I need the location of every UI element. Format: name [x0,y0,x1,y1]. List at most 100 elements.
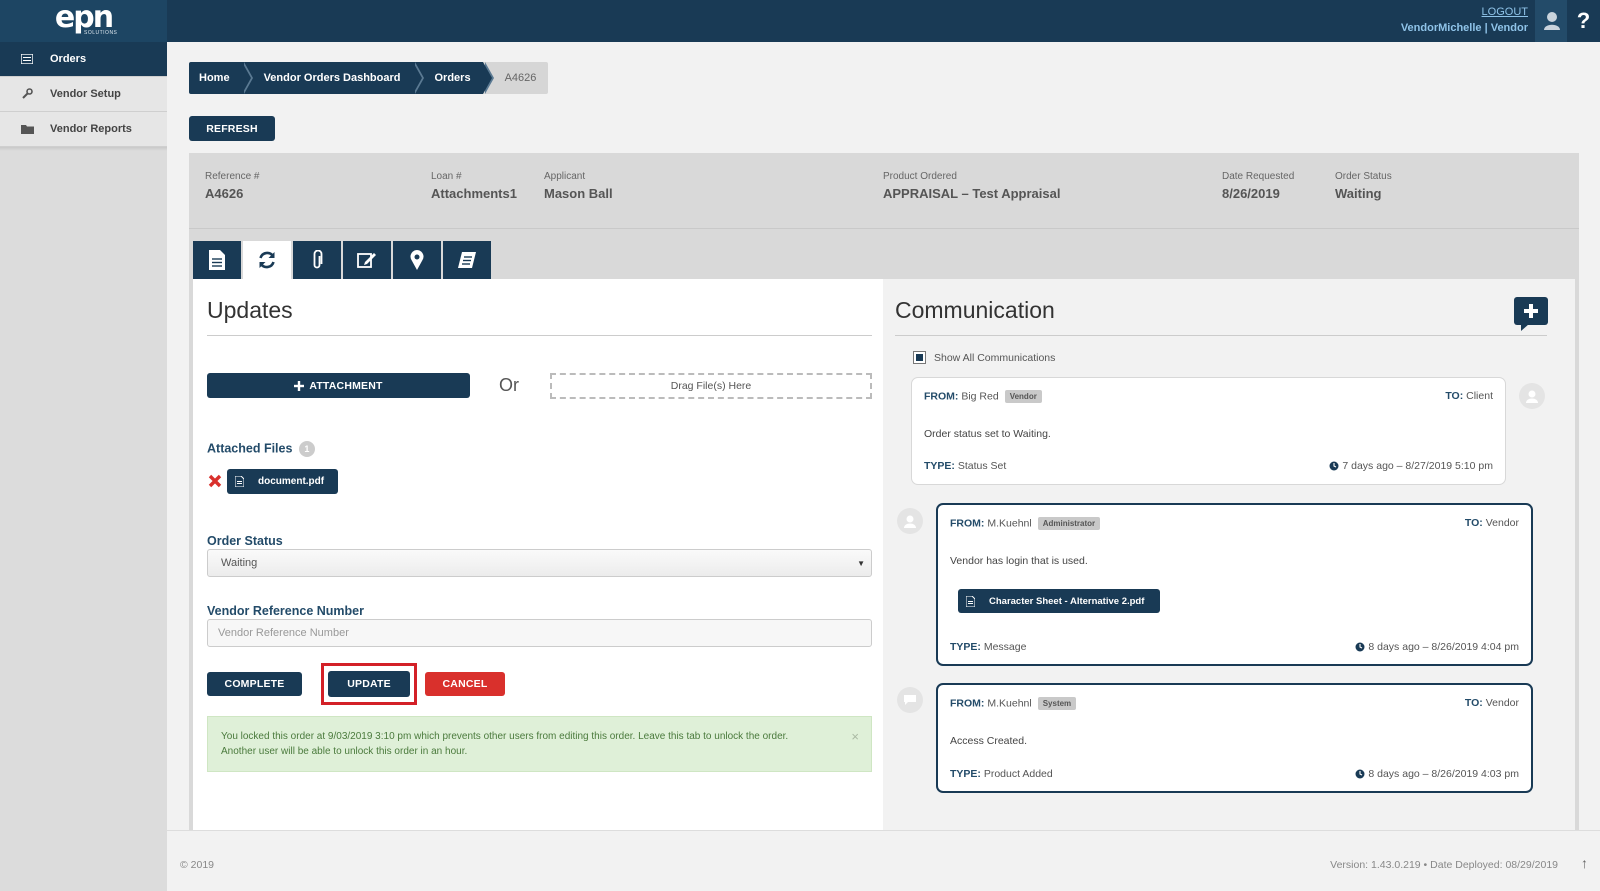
cancel-button[interactable]: CANCEL [425,672,505,696]
attached-file-name: document.pdf [258,476,325,487]
help-icon[interactable]: ? [1567,0,1600,42]
message-type: TYPE: Status Set [924,460,1006,472]
message-attachment-name: Character Sheet - Alternative 2.pdf [989,595,1145,607]
loan-field: Loan # Attachments1 [431,171,517,201]
communication-title: Communication [895,297,1055,323]
plus-icon [1524,304,1538,318]
from-label: FROM: [924,390,959,403]
vendor-reference-label: Vendor Reference Number [207,604,364,618]
sidebar: Orders Vendor Setup Vendor Reports [0,42,167,891]
attached-file-chip[interactable]: document.pdf [227,469,339,494]
applicant-field: Applicant Mason Ball [544,171,613,201]
add-communication-button[interactable] [1514,297,1548,331]
role-badge: System [1037,697,1077,710]
tab-updates[interactable] [243,241,291,279]
message-timestamp: 7 days ago – 8/27/2019 5:10 pm [1329,460,1493,472]
message-time-value: 8 days ago – 8/26/2019 4:04 pm [1368,641,1519,653]
file-drop-zone[interactable]: Drag File(s) Here [550,373,872,399]
paperclip-icon [313,250,323,269]
edit-icon [357,253,376,268]
folder-icon [20,124,34,134]
tab-details[interactable] [193,241,241,279]
user-info: LOGOUT VendorMichelle | Vendor [1401,6,1528,34]
to-label: TO: [1445,390,1464,402]
alert-line-1: You locked this order at 9/03/2019 3:10 … [221,731,789,742]
remove-file-icon[interactable] [207,473,223,489]
message-body: Vendor has login that is used. [950,555,1088,567]
message-type: TYPE: Message [950,641,1026,653]
communication-section: Communication Show All Communications FR… [883,279,1575,864]
message-sender: Big Red [961,390,999,403]
product-value: APPRAISAL – Test Appraisal [883,186,1061,201]
chat-bubble-icon [897,687,923,713]
message-to: TO: Client [1445,390,1493,402]
reference-field: Reference # A4626 [205,171,259,201]
message-body: Order status set to Waiting. [924,428,1051,440]
message-type-value: Status Set [957,460,1007,472]
order-summary: Reference # A4626 Loan # Attachments1 Ap… [189,153,1579,229]
chevron-down-icon: ▼ [857,559,865,568]
attachment-label: ATTACHMENT [309,379,383,392]
product-field: Product Ordered APPRAISAL – Test Apprais… [883,171,1060,201]
breadcrumb-home[interactable]: Home [189,62,253,94]
version-info: Version: 1.43.0.219 • Date Deployed: 08/… [1330,859,1558,871]
user-profile-icon[interactable] [1535,0,1568,42]
document-icon [209,250,225,270]
message-card: FROM: M.Kuehnl Administrator TO: Vendor V… [936,503,1533,666]
message-type-value: Product Added [983,768,1053,780]
from-label: FROM: [950,697,985,710]
order-status-select[interactable]: Waiting ▼ [207,549,872,577]
message-time-value: 8 days ago – 8/26/2019 4:03 pm [1368,768,1519,780]
sidebar-item-vendor-setup[interactable]: Vendor Setup [0,77,167,112]
tab-notes[interactable] [343,241,391,279]
list-icon [20,54,34,64]
update-button[interactable]: UPDATE [328,671,410,697]
vendor-reference-input[interactable]: Vendor Reference Number [207,619,872,647]
tab-log[interactable] [443,241,491,279]
reference-value: A4626 [205,186,244,201]
arrow-up-icon[interactable]: ↑ [1581,855,1588,871]
show-all-checkbox[interactable] [913,351,926,364]
breadcrumb-vendor-orders-dashboard[interactable]: Vendor Orders Dashboard [241,62,424,94]
tab-attachments[interactable] [293,241,341,279]
divider [207,335,872,336]
sidebar-item-vendor-reports[interactable]: Vendor Reports [0,112,167,147]
notebook-icon [458,252,476,268]
updates-title: Updates [207,297,293,323]
avatar [1519,383,1545,409]
role-badge: Vendor [1004,390,1042,403]
lock-alert: You locked this order at 9/03/2019 3:10 … [207,716,872,772]
or-text: Or [499,375,519,395]
message-card: FROM: M.Kuehnl System TO: Vendor Access C… [936,683,1533,793]
message-card: FROM: Big Red Vendor TO: Client Order sta… [911,377,1506,485]
clock-icon [1329,461,1339,471]
message-time-value: 7 days ago – 8/27/2019 5:10 pm [1342,460,1493,472]
message-sender: M.Kuehnl [987,517,1032,530]
attached-files-heading: Attached Files 1 [207,441,315,457]
add-attachment-button[interactable]: ATTACHMENT [207,373,470,398]
breadcrumb: Home Vendor Orders Dashboard Orders A462… [189,62,549,94]
to-label: TO: [1464,697,1483,709]
to-label: TO: [1464,517,1483,529]
close-icon[interactable]: × [851,729,859,744]
updates-section: Updates ATTACHMENT Or Drag File(s) Here … [193,279,883,864]
message-recipient: Client [1466,390,1493,402]
avatar [897,508,923,534]
logo[interactable]: epn SOLUTIONS [0,0,167,42]
message-recipient: Vendor [1485,697,1519,709]
sidebar-item-label: Vendor Reports [50,123,132,135]
complete-button[interactable]: COMPLETE [207,672,302,696]
order-status-field: Order Status Waiting [1335,171,1392,201]
message-from: FROM: M.Kuehnl Administrator [950,517,1101,530]
message-body: Access Created. [950,735,1028,747]
tab-location[interactable] [393,241,441,279]
message-from: FROM: M.Kuehnl System [950,697,1077,710]
sidebar-item-orders[interactable]: Orders [0,42,167,77]
file-icon [235,476,244,487]
refresh-button[interactable]: REFRESH [189,116,275,141]
main-content: Home Vendor Orders Dashboard Orders A462… [167,42,1600,891]
current-user: VendorMichelle | Vendor [1400,22,1528,34]
top-bar: epn SOLUTIONS LOGOUT VendorMichelle | Ve… [0,0,1600,42]
logout-link[interactable]: LOGOUT [1401,6,1528,18]
message-attachment[interactable]: Character Sheet - Alternative 2.pdf [958,589,1161,613]
